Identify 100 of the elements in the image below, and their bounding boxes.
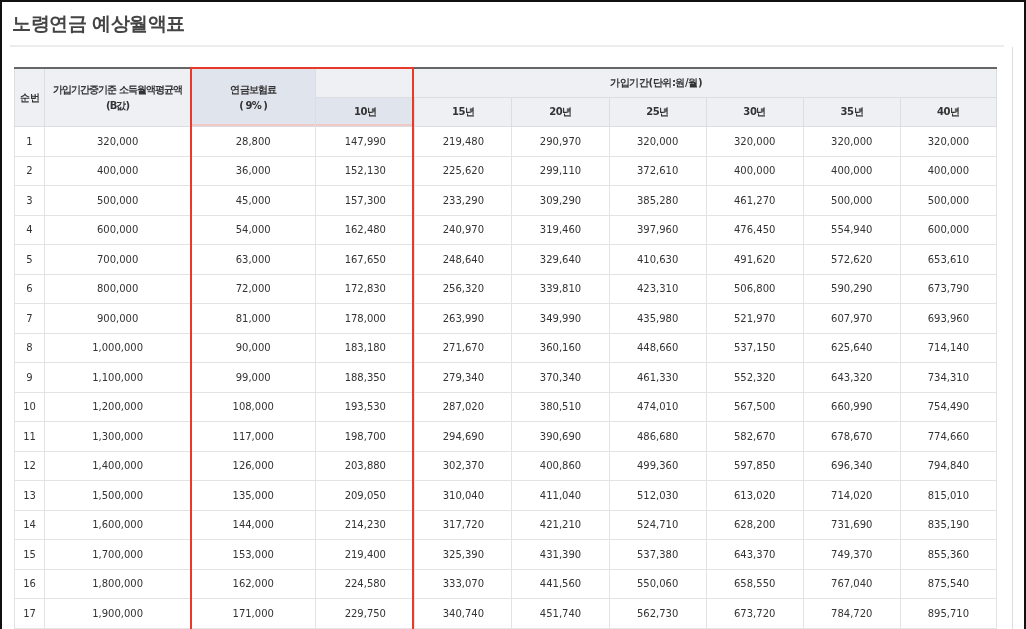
table-cell: 162,480 [315,215,415,245]
table-cell: 461,330 [609,362,707,392]
table-cell: 63,000 [190,244,316,274]
table-cell: 693,960 [900,303,997,333]
table-cell: 320,000 [706,126,804,156]
table-cell: 81,000 [190,303,316,333]
table-cell: 45,000 [190,185,316,215]
table-cell: 147,990 [315,126,415,156]
table-cell: 240,970 [414,215,512,245]
table-cell: 784,720 [803,598,901,628]
table-cell: 550,060 [609,569,707,599]
table-cell: 875,540 [900,569,997,599]
table-cell: 524,710 [609,510,707,540]
table-cell: 13 [14,480,45,510]
table-cell: 126,000 [190,451,316,481]
table-cell: 653,610 [900,244,997,274]
table-cell: 660,990 [803,392,901,422]
table-cell: 572,620 [803,244,901,274]
table-cell: 309,290 [511,185,610,215]
table-cell: 54,000 [190,215,316,245]
table-cell: 178,000 [315,303,415,333]
table-cell: 400,860 [511,451,610,481]
table-cell: 448,660 [609,333,707,363]
table-cell: 10 [14,392,45,422]
table-cell: 774,660 [900,421,997,451]
table-cell: 714,020 [803,480,901,510]
table-cell: 320,000 [803,126,901,156]
table-cell: 329,640 [511,244,610,274]
table-cell: 224,580 [315,569,415,599]
table-cell: 600,000 [900,215,997,245]
table-cell: 5 [14,244,45,274]
column-header: 30년 [706,97,804,127]
table-cell: 12 [14,451,45,481]
table-cell: 317,720 [414,510,512,540]
table-cell: 6 [14,274,45,304]
table-cell: 643,370 [706,539,804,569]
table-cell: 521,970 [706,303,804,333]
table-cell: 895,710 [900,598,997,628]
table-cell: 4 [14,215,45,245]
column-header: 20년 [511,97,610,127]
table-cell: 325,390 [414,539,512,569]
table-cell: 152,130 [315,156,415,186]
table-cell: 567,500 [706,392,804,422]
table-cell: 411,040 [511,480,610,510]
table-cell: 410,630 [609,244,707,274]
table-cell: 219,480 [414,126,512,156]
table-cell: 299,110 [511,156,610,186]
table-cell: 552,320 [706,362,804,392]
table-cell: 263,990 [414,303,512,333]
table-cell: 333,070 [414,569,512,599]
table-cell: 319,460 [511,215,610,245]
table-cell: 537,380 [609,539,707,569]
table-cell: 506,800 [706,274,804,304]
table-cell: 794,840 [900,451,997,481]
table-cell: 310,040 [414,480,512,510]
table-cell: 153,000 [190,539,316,569]
column-header: 연금보험료 ( 9% ) [190,68,316,127]
table-cell: 188,350 [315,362,415,392]
table-cell: 90,000 [190,333,316,363]
table-cell: 486,680 [609,421,707,451]
column-header: 15년 [414,97,512,127]
table-cell: 628,200 [706,510,804,540]
table-cell: 474,010 [609,392,707,422]
table-cell: 421,210 [511,510,610,540]
table-cell: 696,340 [803,451,901,481]
table-cell: 7 [14,303,45,333]
table-cell: 198,700 [315,421,415,451]
table-cell: 607,970 [803,303,901,333]
table-cell: 678,670 [803,421,901,451]
table-cell: 256,320 [414,274,512,304]
table-cell: 714,140 [900,333,997,363]
table-cell: 219,400 [315,539,415,569]
table-cell: 229,750 [315,598,415,628]
table-cell: 390,690 [511,421,610,451]
table-cell: 15 [14,539,45,569]
table-cell: 400,000 [803,156,901,186]
table-cell: 157,300 [315,185,415,215]
table-cell: 172,830 [315,274,415,304]
table-cell: 673,790 [900,274,997,304]
table-cell: 214,230 [315,510,415,540]
table-cell: 476,450 [706,215,804,245]
table-cell: 290,970 [511,126,610,156]
table-cell: 499,360 [609,451,707,481]
table-cell: 16 [14,569,45,599]
table-cell: 302,370 [414,451,512,481]
table-cell: 590,290 [803,274,901,304]
table-cell: 17 [14,598,45,628]
table-cell: 294,690 [414,421,512,451]
table-cell: 2 [14,156,45,186]
table-cell: 767,040 [803,569,901,599]
table-cell: 117,000 [190,421,316,451]
table-cell: 435,980 [609,303,707,333]
table-cell: 340,740 [414,598,512,628]
table-cell: 451,740 [511,598,610,628]
table-cell: 135,000 [190,480,316,510]
table-cell: 491,620 [706,244,804,274]
table-cell: 320,000 [900,126,997,156]
table-cell: 225,620 [414,156,512,186]
table-cell: 183,180 [315,333,415,363]
table-cell: 380,510 [511,392,610,422]
